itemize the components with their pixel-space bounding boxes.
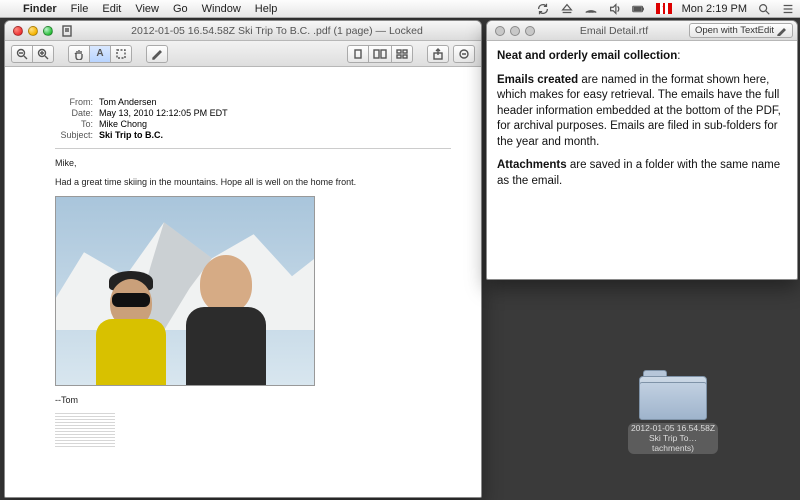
- minimize-button[interactable]: [28, 26, 38, 36]
- preview-toolbar: A: [5, 41, 481, 67]
- desktop-folder[interactable]: 2012-01-05 16.54.58Z Ski Trip To…tachmen…: [628, 370, 718, 456]
- pdf-footer-block: [55, 413, 115, 447]
- zoom-in-button[interactable]: [32, 45, 54, 63]
- document-proxy-icon[interactable]: [61, 25, 73, 37]
- menubar: Finder File Edit View Go Window Help ✦ M…: [0, 0, 800, 18]
- view-thumbs-button[interactable]: [391, 45, 413, 63]
- para-1: Emails created are named in the format s…: [497, 73, 787, 151]
- text-select-button[interactable]: A: [89, 45, 111, 63]
- subject-label: Subject:: [55, 130, 93, 140]
- signoff: --Tom: [55, 394, 451, 407]
- date-label: Date:: [55, 108, 93, 118]
- eject-icon[interactable]: [555, 2, 579, 16]
- preview-window: 2012-01-05 16.54.58Z Ski Trip To B.C. .p…: [4, 20, 482, 498]
- body-line: Had a great time skiing in the mountains…: [55, 176, 451, 189]
- textedit-title: Email Detail.rtf: [543, 25, 685, 37]
- subject-value: Ski Trip to B.C.: [99, 130, 451, 140]
- preview-titlebar[interactable]: 2012-01-05 16.54.58Z Ski Trip To B.C. .p…: [5, 21, 481, 41]
- annotate-button[interactable]: [146, 45, 168, 63]
- greeting: Mike,: [55, 157, 451, 170]
- folder-icon: [639, 370, 707, 420]
- divider: [55, 148, 451, 149]
- from-label: From:: [55, 97, 93, 107]
- zoom-out-button[interactable]: [11, 45, 33, 63]
- close-button[interactable]: [13, 26, 23, 36]
- email-header: From: Tom Andersen Date: May 13, 2010 12…: [55, 97, 451, 140]
- date-value: May 13, 2010 12:12:05 PM EDT: [99, 108, 451, 118]
- preview-title: 2012-01-05 16.54.58Z Ski Trip To B.C. .p…: [77, 25, 477, 37]
- rect-select-button[interactable]: [110, 45, 132, 63]
- to-value: Mike Chong: [99, 119, 451, 129]
- email-photo: [55, 196, 315, 386]
- menu-window[interactable]: Window: [195, 3, 248, 15]
- minimize-button[interactable]: [510, 26, 520, 36]
- from-value: Tom Andersen: [99, 97, 451, 107]
- menu-help[interactable]: Help: [248, 3, 285, 15]
- close-button[interactable]: [495, 26, 505, 36]
- hand-tool-button[interactable]: [68, 45, 90, 63]
- app-menu[interactable]: Finder: [16, 3, 64, 15]
- textedit-body[interactable]: Neat and orderly email collection: Email…: [487, 41, 797, 279]
- view-facing-button[interactable]: [368, 45, 392, 63]
- spotlight-icon[interactable]: [752, 2, 776, 16]
- pencil-icon: [777, 26, 787, 36]
- share-button[interactable]: [427, 45, 449, 63]
- zoom-button[interactable]: [43, 26, 53, 36]
- menu-go[interactable]: Go: [166, 3, 195, 15]
- markup-button[interactable]: [453, 45, 475, 63]
- menu-view[interactable]: View: [128, 3, 166, 15]
- textedit-window: Email Detail.rtf Open with TextEdit Neat…: [486, 20, 798, 280]
- clock[interactable]: Mon 2:19 PM: [677, 3, 752, 15]
- email-body: Mike, Had a great time skiing in the mou…: [55, 157, 451, 447]
- menu-file[interactable]: File: [64, 3, 96, 15]
- folder-label: 2012-01-05 16.54.58Z Ski Trip To…tachmen…: [628, 423, 718, 454]
- pdf-page: From: Tom Andersen Date: May 13, 2010 12…: [5, 67, 481, 497]
- volume-icon[interactable]: [603, 2, 627, 16]
- input-flag[interactable]: ✦: [651, 3, 677, 14]
- to-label: To:: [55, 119, 93, 129]
- para-2: Attachments are saved in a folder with t…: [497, 158, 787, 189]
- sync-icon[interactable]: [531, 2, 555, 16]
- view-single-button[interactable]: [347, 45, 369, 63]
- open-with-label: Open with TextEdit: [695, 25, 774, 36]
- notification-icon[interactable]: [776, 2, 800, 16]
- menu-edit[interactable]: Edit: [95, 3, 128, 15]
- zoom-button[interactable]: [525, 26, 535, 36]
- heading-line: Neat and orderly email collection:: [497, 49, 787, 65]
- open-with-button[interactable]: Open with TextEdit: [689, 23, 793, 38]
- battery-icon[interactable]: [627, 2, 651, 16]
- airport-icon[interactable]: [579, 2, 603, 16]
- textedit-titlebar[interactable]: Email Detail.rtf Open with TextEdit: [487, 21, 797, 41]
